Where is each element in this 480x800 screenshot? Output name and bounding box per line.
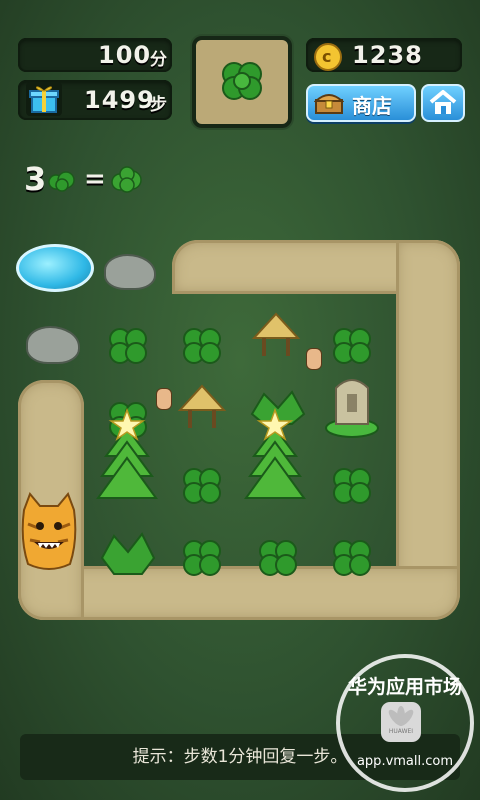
- leafy-bush-tile[interactable]: [96, 528, 160, 578]
- big-bush-icon: [111, 166, 142, 193]
- coins-panel: c 1238: [306, 38, 462, 72]
- path-bottom: [18, 566, 460, 620]
- merge-rule-equals: =: [84, 164, 107, 194]
- clover-tile[interactable]: [250, 536, 306, 580]
- rock-tile[interactable]: [26, 326, 80, 364]
- next-piece-frame: [192, 36, 292, 128]
- merge-rule-count: 3: [24, 160, 48, 198]
- steps-unit: 步: [150, 95, 168, 115]
- clover-tile[interactable]: [324, 464, 380, 508]
- gift-icon[interactable]: [26, 82, 62, 116]
- home-button[interactable]: [421, 84, 465, 122]
- coin-icon: c: [314, 43, 342, 71]
- pond-tile[interactable]: [16, 244, 94, 292]
- tombstone-tile[interactable]: [322, 372, 382, 438]
- score-unit: 分: [150, 50, 168, 70]
- shop-button[interactable]: 商店: [306, 84, 416, 122]
- clover-tile[interactable]: [324, 536, 380, 580]
- hint-text: 提示：步数1分钟回复一步。: [132, 747, 348, 767]
- pine-tree-tile[interactable]: [92, 408, 162, 508]
- watermark-url: app.vmall.com: [356, 754, 454, 769]
- score-panel: 100 分: [18, 38, 172, 72]
- game-board[interactable]: [0, 222, 480, 660]
- clover-tile[interactable]: [324, 324, 380, 368]
- villager-figure[interactable]: [156, 388, 172, 410]
- small-bush-icon: [48, 171, 75, 192]
- path-right: [396, 240, 460, 616]
- clover-tile[interactable]: [174, 536, 230, 580]
- score-value: 100: [98, 41, 152, 69]
- tiger-cat-monster[interactable]: [16, 490, 82, 574]
- treasure-chest-icon: [314, 94, 344, 114]
- straw-hut-tile[interactable]: [176, 384, 228, 434]
- huawei-logo: HUAWEI: [381, 702, 421, 742]
- clover-tile[interactable]: [174, 464, 230, 508]
- huawei-logo-text: HUAWEI: [388, 728, 414, 735]
- store-watermark: 华为应用市场 HUAWEI app.vmall.com: [336, 654, 474, 792]
- villager-figure[interactable]: [306, 348, 322, 370]
- straw-hut-tile[interactable]: [250, 312, 302, 362]
- steps-value: 1499: [84, 86, 155, 114]
- watermark-title: 华为应用市场: [347, 676, 462, 698]
- clover-tile[interactable]: [174, 324, 230, 368]
- coins-value: 1238: [352, 41, 423, 69]
- pine-tree-tile[interactable]: [240, 408, 310, 508]
- home-icon: [429, 90, 457, 114]
- clover-icon: [222, 62, 262, 100]
- shop-label: 商店: [352, 94, 392, 118]
- rock-tile[interactable]: [104, 254, 156, 290]
- steps-panel: 1499 步: [18, 80, 172, 120]
- clover-tile[interactable]: [100, 324, 156, 368]
